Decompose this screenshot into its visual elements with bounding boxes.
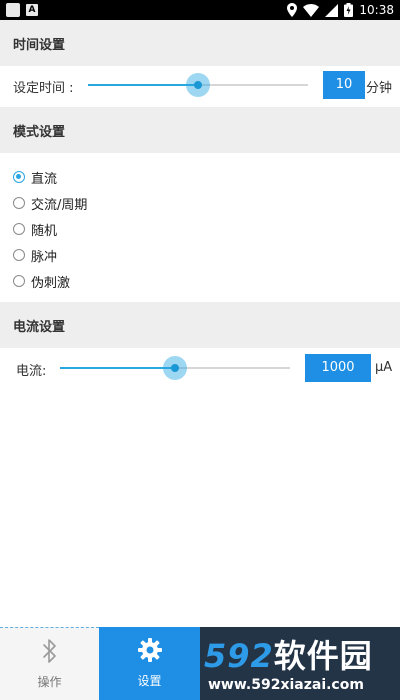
section-header-time: 时间设置 xyxy=(0,20,400,66)
time-slider-thumb[interactable] xyxy=(186,73,210,97)
radio-unselected[interactable] xyxy=(13,223,25,235)
section-header-current: 电流设置 xyxy=(0,302,400,348)
mode-option[interactable]: 随机 xyxy=(13,218,57,240)
tab-operation[interactable]: 操作 xyxy=(0,627,99,700)
radio-unselected[interactable] xyxy=(13,249,25,261)
section-header-mode: 模式设置 xyxy=(0,107,400,153)
mode-option-label: 脉冲 xyxy=(31,249,58,265)
status-time: 10:38 xyxy=(359,3,394,17)
gear-icon xyxy=(137,638,162,662)
mode-option-label: 随机 xyxy=(31,223,58,239)
location-icon xyxy=(287,3,298,17)
tab-settings[interactable]: 设置 xyxy=(99,627,200,700)
app-notification-icon xyxy=(6,3,20,17)
tab-operation-label: 操作 xyxy=(37,675,62,689)
mode-option[interactable]: 交流/周期 xyxy=(13,192,87,214)
bottom-nav: 操作 设置 592软件园 www.592xiazai.com xyxy=(0,627,400,700)
app-badge-icon: A xyxy=(26,4,38,16)
current-slider-fill xyxy=(60,367,175,369)
mode-option[interactable]: 伪刺激 xyxy=(13,270,70,292)
current-slider-thumb[interactable] xyxy=(163,356,187,380)
radio-unselected[interactable] xyxy=(13,197,25,209)
time-slider[interactable] xyxy=(88,73,308,97)
tab-settings-label: 设置 xyxy=(137,674,162,688)
battery-icon xyxy=(344,3,354,17)
radio-unselected[interactable] xyxy=(13,275,25,287)
section-title-time: 时间设置 xyxy=(13,38,66,53)
time-setting-label: 设定时间 : xyxy=(13,81,74,96)
current-label: 电流: xyxy=(16,364,47,379)
signal-icon xyxy=(325,3,339,17)
mode-option[interactable]: 直流 xyxy=(13,166,57,188)
watermark-url: www.592xiazai.com xyxy=(208,677,364,693)
time-unit-label: 分钟 xyxy=(366,81,393,96)
watermark-logo: 592软件园 www.592xiazai.com xyxy=(200,627,400,700)
section-title-current: 电流设置 xyxy=(13,320,66,335)
current-slider[interactable] xyxy=(60,356,290,380)
mode-option-label: 伪刺激 xyxy=(31,275,71,291)
mode-option-label: 交流/周期 xyxy=(31,197,88,213)
status-bar: A 10:38 xyxy=(0,0,400,20)
time-slider-fill xyxy=(88,84,198,86)
mode-option-label: 直流 xyxy=(31,171,58,187)
time-value-field[interactable]: 10 xyxy=(323,71,365,99)
radio-selected[interactable] xyxy=(13,171,25,183)
watermark-logo-text: 592软件园 xyxy=(204,637,373,675)
bluetooth-icon xyxy=(42,639,56,663)
wifi-icon xyxy=(303,3,320,17)
section-title-mode: 模式设置 xyxy=(13,125,66,140)
current-unit-label: μA xyxy=(375,360,393,375)
current-value-field[interactable]: 1000 xyxy=(305,354,371,382)
mode-option[interactable]: 脉冲 xyxy=(13,244,57,266)
